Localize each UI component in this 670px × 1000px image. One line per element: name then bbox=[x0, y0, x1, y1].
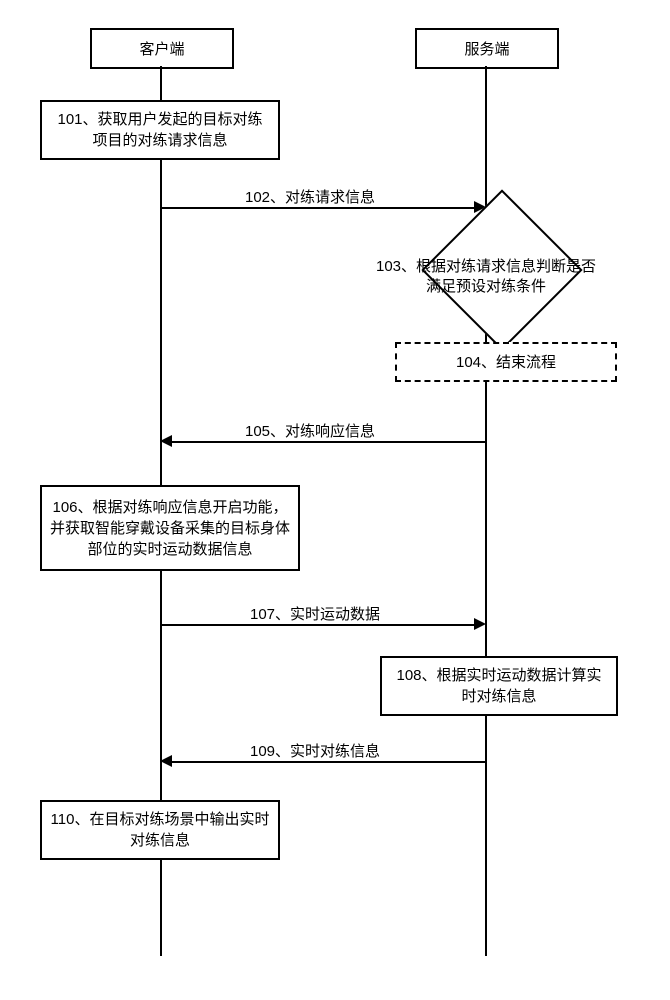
lifeline-server bbox=[485, 66, 487, 956]
step-103-text: 103、根据对练请求信息判断是否满足预设对练条件 bbox=[370, 257, 602, 298]
step-101-box: 101、获取用户发起的目标对练项目的对练请求信息 bbox=[40, 100, 280, 160]
msg-102-label: 102、对练请求信息 bbox=[245, 186, 375, 207]
msg-109-line bbox=[172, 761, 485, 763]
msg-107-label: 107、实时运动数据 bbox=[250, 603, 380, 624]
lane-client-label: 客户端 bbox=[139, 38, 184, 59]
msg-107-line bbox=[162, 624, 474, 626]
step-108-text: 108、根据实时运动数据计算实时对练信息 bbox=[390, 665, 608, 707]
msg-105-label: 105、对练响应信息 bbox=[245, 420, 375, 441]
lane-header-server: 服务端 bbox=[415, 28, 559, 69]
step-110-text: 110、在目标对练场景中输出实时对练信息 bbox=[50, 809, 270, 851]
sequence-diagram: 客户端 服务端 101、获取用户发起的目标对练项目的对练请求信息 102、对练请… bbox=[0, 0, 670, 1000]
step-104-box: 104、结束流程 bbox=[395, 342, 617, 382]
msg-109-arrowhead bbox=[160, 755, 172, 767]
step-101-text: 101、获取用户发起的目标对练项目的对练请求信息 bbox=[50, 109, 270, 151]
step-108-box: 108、根据实时运动数据计算实时对练信息 bbox=[380, 656, 618, 716]
msg-105-line bbox=[172, 441, 485, 443]
step-110-box: 110、在目标对练场景中输出实时对练信息 bbox=[40, 800, 280, 860]
step-106-text: 106、根据对练响应信息开启功能，并获取智能穿戴设备采集的目标身体部位的实时运动… bbox=[50, 497, 290, 560]
msg-107-arrowhead bbox=[474, 618, 486, 630]
lane-server-label: 服务端 bbox=[464, 38, 509, 59]
msg-105-arrowhead bbox=[160, 435, 172, 447]
msg-109-label: 109、实时对练信息 bbox=[250, 740, 380, 761]
step-103-diamond: 103、根据对练请求信息判断是否满足预设对练条件 bbox=[370, 228, 602, 326]
msg-102-line bbox=[162, 207, 474, 209]
step-106-box: 106、根据对练响应信息开启功能，并获取智能穿戴设备采集的目标身体部位的实时运动… bbox=[40, 485, 300, 571]
lane-header-client: 客户端 bbox=[90, 28, 234, 69]
step-104-text: 104、结束流程 bbox=[456, 352, 556, 373]
